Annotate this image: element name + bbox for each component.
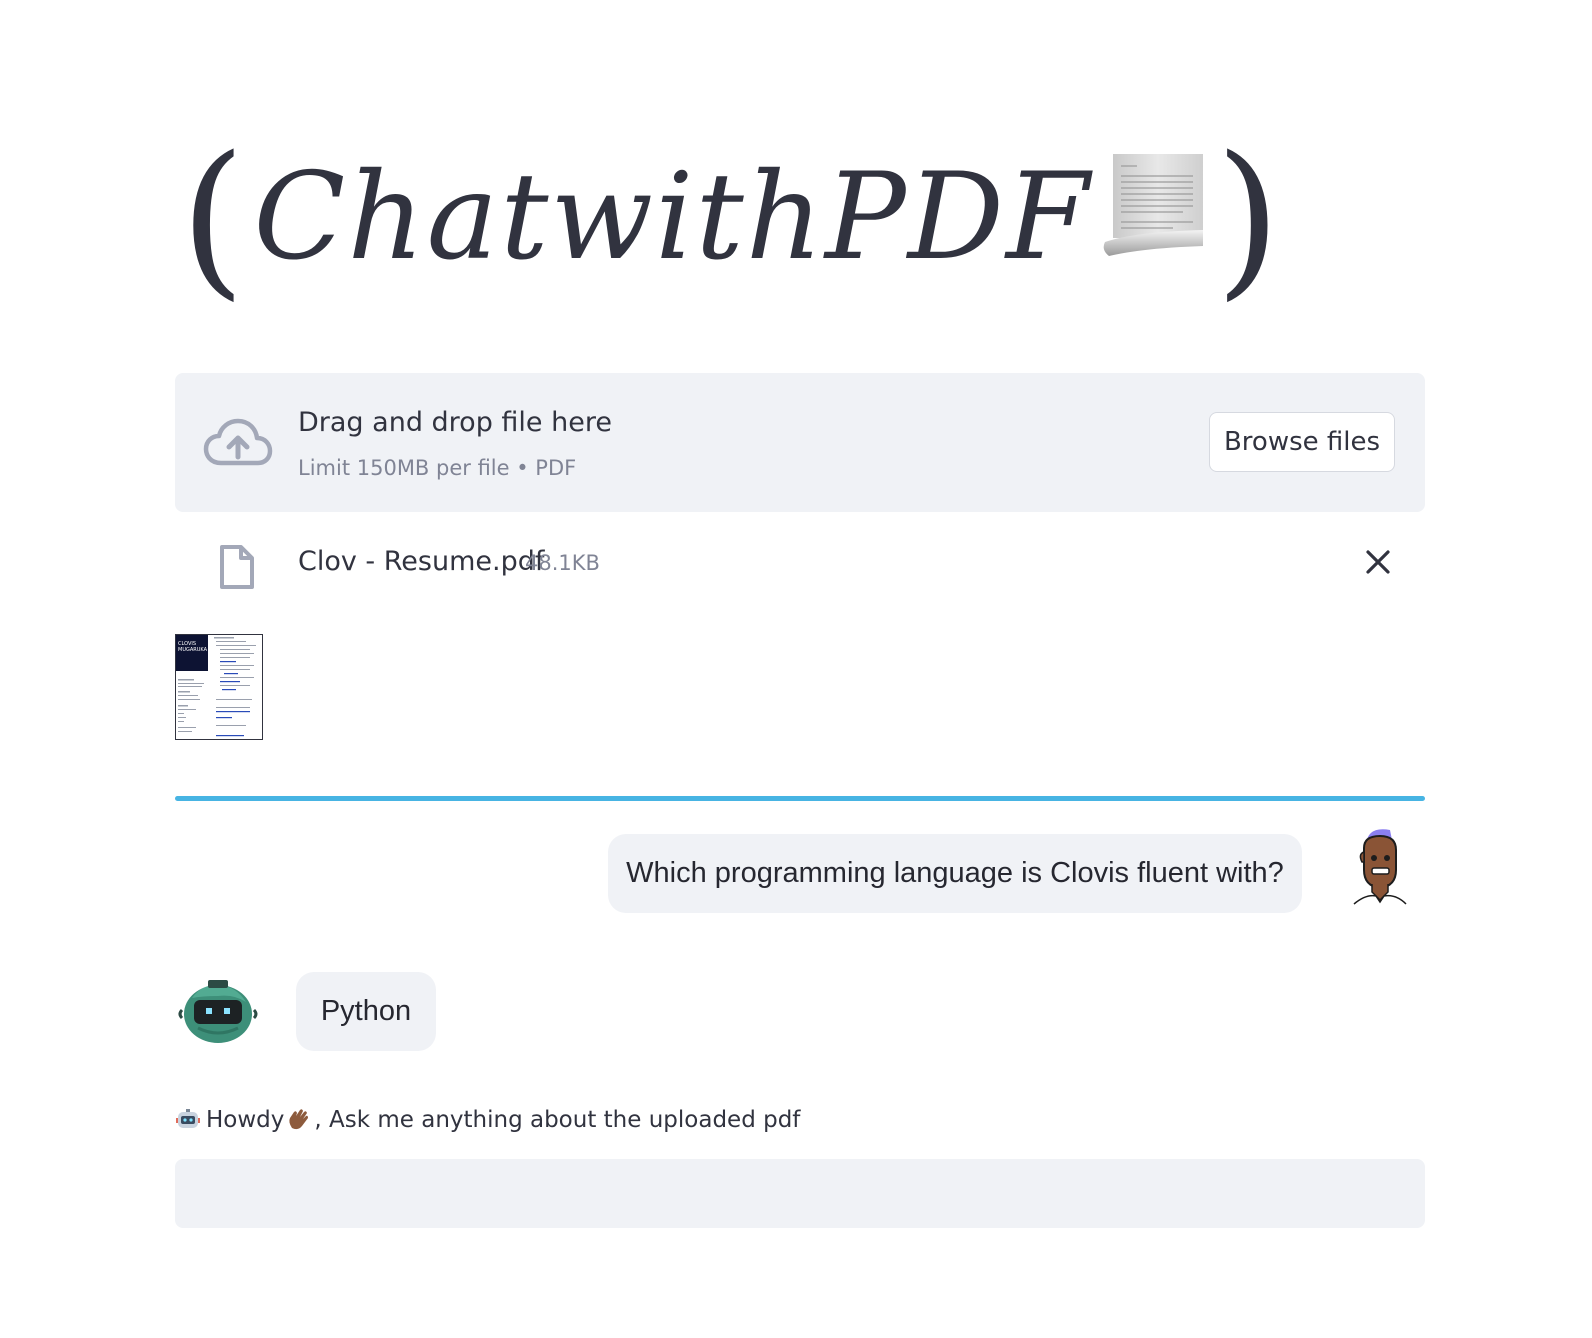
waving-hand-icon	[289, 1109, 309, 1130]
progress-divider	[175, 796, 1425, 801]
file-dropzone[interactable]: Drag and drop file here Limit 150MB per …	[175, 373, 1425, 512]
user-message: Which programming language is Clovis flu…	[608, 834, 1302, 913]
title-text: ChatwithPDF	[253, 148, 1092, 287]
svg-text:MUGARUKA: MUGARUKA	[178, 647, 208, 653]
pdf-thumbnail: CLOVIS MUGARUKA	[175, 634, 263, 740]
scroll-icon	[1103, 154, 1204, 256]
robot-icon	[176, 1109, 200, 1128]
user-avatar-icon	[1353, 829, 1407, 905]
chat-input-label-rest: , Ask me anything about the uploaded pdf	[314, 1107, 801, 1133]
file-icon	[220, 545, 254, 589]
uploaded-file-size: 48.1KB	[525, 551, 600, 575]
title-close-paren: )	[1215, 120, 1281, 316]
chat-input-label: Howdy , Ask me anything about the upload…	[176, 1107, 800, 1133]
close-icon[interactable]	[1362, 546, 1394, 578]
resume-preview-image: CLOVIS MUGARUKA	[176, 635, 256, 737]
dropzone-title: Drag and drop file here	[298, 407, 612, 438]
chat-input-label-greeting: Howdy	[206, 1107, 285, 1133]
page-title: ( ChatwithPDF )	[180, 128, 1281, 308]
cloud-upload-icon	[203, 418, 273, 466]
browse-files-button[interactable]: Browse files	[1209, 412, 1395, 472]
uploaded-file-name: Clov - Resume.pdf	[298, 546, 545, 577]
assistant-message: Python	[296, 972, 436, 1051]
dropzone-limit-text: Limit 150MB per file • PDF	[298, 456, 577, 480]
chat-input[interactable]	[175, 1159, 1425, 1228]
title-open-paren: (	[180, 120, 246, 316]
robot-avatar-icon	[178, 980, 258, 1043]
